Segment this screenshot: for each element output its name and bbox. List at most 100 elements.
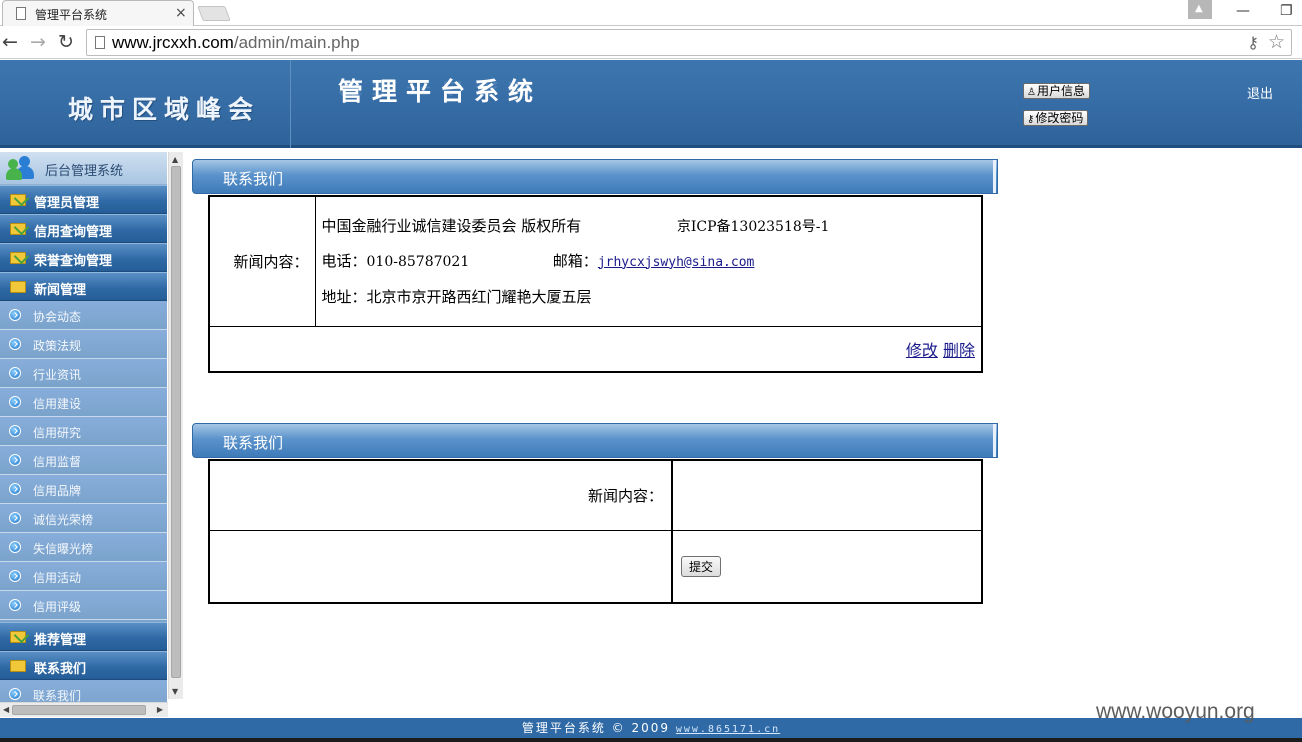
- sidebar-title: 后台管理系统: [45, 164, 124, 179]
- key-icon: ⚷: [1027, 114, 1035, 125]
- site-header: 城市区域峰会 管理平台系统 管理平台系统 ♙用户信息 ⚷修改密码 退出: [0, 60, 1302, 148]
- forward-icon[interactable]: →: [30, 31, 46, 53]
- restore-icon[interactable]: ❐: [1280, 3, 1293, 19]
- sidebar-item-credit-brand[interactable]: 信用品牌: [0, 475, 167, 504]
- sidebar-item-contact[interactable]: 联系我们: [0, 680, 167, 703]
- folder-open-icon: [10, 660, 26, 672]
- delete-link[interactable]: 删除: [943, 341, 975, 360]
- icp-number: 京ICP备13023518号-1: [676, 218, 830, 235]
- url-path: /admin/main.php: [233, 33, 360, 52]
- sidebar-group-news[interactable]: 新闻管理: [0, 272, 167, 301]
- browser-toolbar: ← → ↻ www.jrcxxh.com/admin/main.php ⚷ ☆: [0, 26, 1302, 59]
- folder-open-icon: [10, 281, 26, 293]
- key-icon[interactable]: ⚷: [1247, 33, 1259, 52]
- sidebar-group-label: 管理员管理: [34, 196, 100, 211]
- minimize-icon[interactable]: —: [1236, 3, 1250, 19]
- profile-button[interactable]: ▲: [1188, 0, 1212, 19]
- url-text[interactable]: www.jrcxxh.com/admin/main.php: [112, 33, 360, 53]
- watermark: www.wooyun.org: [1096, 700, 1255, 723]
- reload-icon[interactable]: ↻: [58, 31, 74, 53]
- folder-icon: [10, 223, 26, 235]
- sidebar-item-label: 失信曝光榜: [33, 542, 94, 556]
- address-bar[interactable]: www.jrcxxh.com/admin/main.php ⚷ ☆: [86, 29, 1292, 56]
- new-tab-button[interactable]: [197, 6, 231, 21]
- arrow-circle-icon: [9, 309, 21, 321]
- contact-edit-form: 新闻内容： 提交: [208, 459, 983, 604]
- footer-bottom-bar: [0, 738, 1302, 742]
- sidebar-item-credit-research[interactable]: 信用研究: [0, 417, 167, 446]
- scroll-right-icon[interactable]: ▶: [157, 705, 163, 714]
- sidebar-item-credit-supervision[interactable]: 信用监督: [0, 446, 167, 475]
- edit-link[interactable]: 修改: [906, 341, 938, 360]
- sidebar-item-label: 信用研究: [33, 426, 82, 440]
- sidebar-item-credit-rating[interactable]: 信用评级: [0, 591, 167, 620]
- logout-link[interactable]: 退出: [1247, 83, 1273, 102]
- contact-info-table: 新闻内容： 中国金融行业诚信建设委员会 版权所有 京ICP备13023518号-…: [208, 195, 983, 373]
- sidebar-item-label: 联系我们: [33, 689, 82, 703]
- sidebar-item-industry-news[interactable]: 行业资讯: [0, 359, 167, 388]
- change-password-button[interactable]: ⚷修改密码: [1023, 110, 1089, 126]
- sidebar-item-label: 信用评级: [33, 600, 82, 614]
- bookmark-star-icon[interactable]: ☆: [1268, 31, 1285, 53]
- browser-tab[interactable]: 管理平台系统 ×: [2, 0, 194, 26]
- sidebar-item-label: 诚信光荣榜: [33, 513, 94, 527]
- panel-title: 联系我们: [223, 170, 284, 188]
- arrow-circle-icon: [9, 688, 21, 700]
- email-label: 邮箱：: [552, 251, 598, 270]
- sidebar-item-association-news[interactable]: 协会动态: [0, 301, 167, 330]
- sidebar-horizontal-scrollbar[interactable]: ◀ ▶: [0, 702, 168, 717]
- panel-header-contact-edit: 联系我们: [192, 423, 998, 458]
- scrollbar-thumb[interactable]: [12, 705, 146, 715]
- sidebar-item-label: 协会动态: [33, 310, 82, 324]
- sidebar-group-honor-query[interactable]: 荣誉查询管理: [0, 243, 167, 272]
- sidebar-item-label: 信用品牌: [33, 484, 82, 498]
- arrow-circle-icon: [9, 425, 21, 437]
- back-icon[interactable]: ←: [2, 31, 18, 53]
- email-link[interactable]: jrhycxjswyh@sina.com: [598, 255, 755, 270]
- sidebar-vertical-scrollbar[interactable]: ▲ ▼: [168, 152, 183, 699]
- arrow-circle-icon: [9, 541, 21, 553]
- page-icon: [95, 36, 105, 49]
- site-logo: 城市区域峰会: [68, 95, 261, 124]
- scroll-left-icon[interactable]: ◀: [3, 705, 9, 714]
- news-content-field[interactable]: [671, 459, 983, 531]
- sidebar-group-admin[interactable]: 管理员管理: [0, 185, 167, 214]
- sidebar-group-label: 联系我们: [34, 662, 87, 677]
- app-title-reflection: 管理平台系统: [338, 79, 543, 97]
- arrow-circle-icon: [9, 367, 21, 379]
- sidebar-item-exposure-list[interactable]: 失信曝光榜: [0, 533, 167, 562]
- arrow-circle-icon: [9, 512, 21, 524]
- sidebar-item-label: 信用活动: [33, 571, 82, 585]
- sidebar-item-label: 信用监督: [33, 455, 82, 469]
- sidebar-item-credit-activities[interactable]: 信用活动: [0, 562, 167, 591]
- submit-button[interactable]: 提交: [681, 555, 722, 577]
- arrow-circle-icon: [9, 396, 21, 408]
- sidebar-header: 后台管理系统: [0, 152, 167, 185]
- sidebar-group-label: 新闻管理: [34, 283, 87, 298]
- sidebar-group-credit-query[interactable]: 信用查询管理: [0, 214, 167, 243]
- sidebar-group-label: 荣誉查询管理: [34, 254, 113, 269]
- tab-close-icon[interactable]: ×: [175, 5, 187, 21]
- sidebar-item-credit-building[interactable]: 信用建设: [0, 388, 167, 417]
- content-line-1: 中国金融行业诚信建设委员会 版权所有 京ICP备13023518号-1: [322, 209, 982, 244]
- user-info-button[interactable]: ♙用户信息: [1023, 83, 1090, 99]
- actions-cell: 修改 删除: [208, 325, 983, 373]
- phone-number: 010-85787021: [366, 253, 470, 270]
- org-copyright: 中国金融行业诚信建设委员会 版权所有: [321, 216, 582, 235]
- content-line-2: 电话：010-85787021 邮箱：jrhycxjswyh@sina.com: [322, 244, 982, 280]
- footer-link[interactable]: www.865171.cn: [676, 724, 780, 735]
- panel-title: 联系我们: [223, 434, 284, 452]
- panel-header-contact-view: 联系我们: [192, 159, 998, 194]
- scroll-down-icon[interactable]: ▼: [172, 687, 178, 696]
- sidebar-group-contact[interactable]: 联系我们: [0, 651, 167, 680]
- sidebar-item-honor-list[interactable]: 诚信光荣榜: [0, 504, 167, 533]
- sidebar-item-policy[interactable]: 政策法规: [0, 330, 167, 359]
- scroll-up-icon[interactable]: ▲: [172, 155, 178, 164]
- sidebar-group-label: 推荐管理: [34, 633, 87, 648]
- empty-cell: [208, 529, 673, 604]
- scrollbar-thumb[interactable]: [171, 166, 181, 678]
- folder-icon: [10, 194, 26, 206]
- change-password-label: 修改密码: [1035, 111, 1084, 125]
- sidebar-group-recommend[interactable]: 推荐管理: [0, 622, 167, 651]
- sidebar-item-label: 行业资讯: [33, 368, 82, 382]
